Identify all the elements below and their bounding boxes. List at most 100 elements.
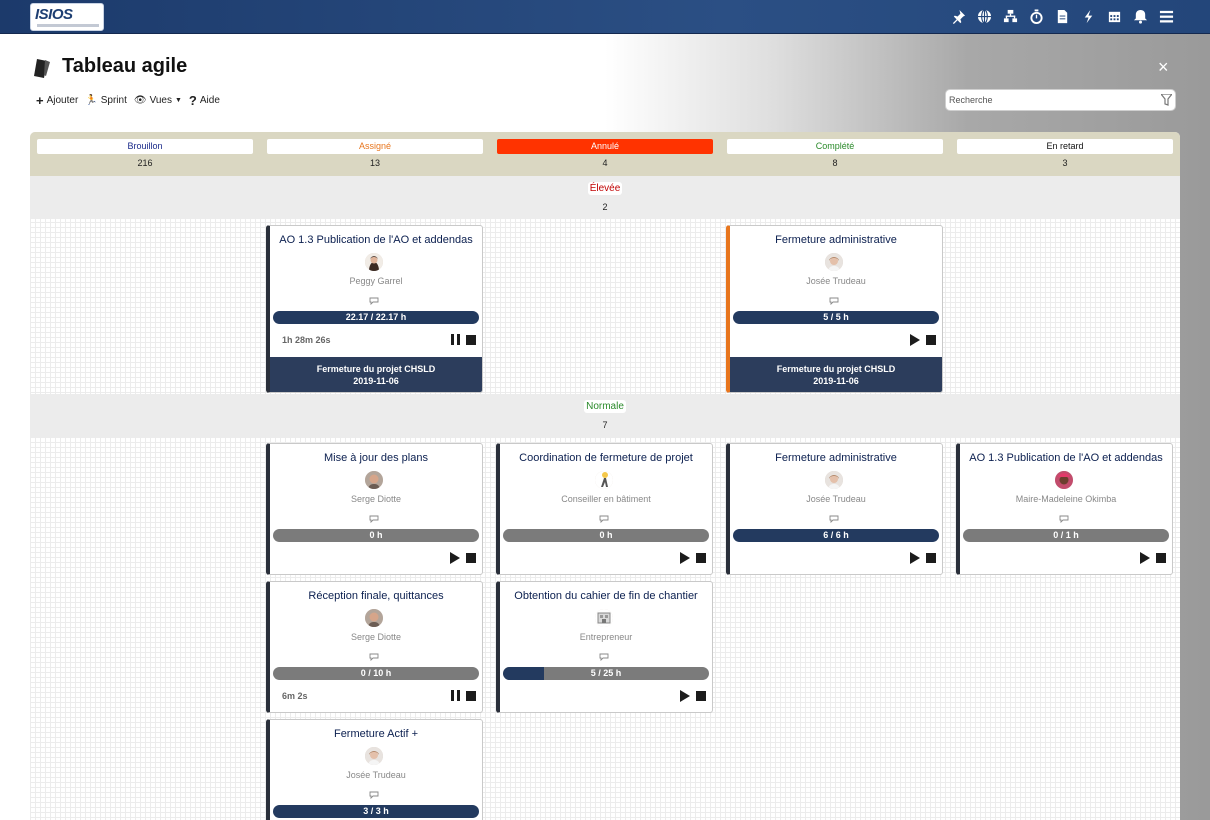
comment-icon[interactable]: [829, 510, 839, 524]
swimlane-1[interactable]: Normale 7: [30, 394, 1180, 437]
progress-bar: 0 / 10 h: [273, 667, 479, 680]
project-footer[interactable]: Fermeture du projet CHSLD 2019-11-06: [270, 357, 482, 392]
stop-button[interactable]: [466, 334, 476, 345]
stop-button[interactable]: [926, 335, 936, 345]
timer-controls: [910, 334, 936, 346]
task-title[interactable]: AO 1.3 Publication de l'AO et addendas: [960, 452, 1172, 464]
progress-bar: 5 / 5 h: [733, 311, 939, 324]
logo-text: ISIOS: [35, 6, 73, 23]
play-button[interactable]: [910, 334, 920, 346]
timer-controls: [1140, 552, 1166, 564]
task-card[interactable]: Mise à jour des plans Serge Diotte 0 h: [266, 443, 483, 575]
comment-icon[interactable]: [369, 648, 379, 662]
sitemap-icon[interactable]: [1002, 9, 1018, 25]
swimlane-label: Normale: [30, 400, 1180, 413]
task-title[interactable]: Réception finale, quittances: [270, 590, 482, 602]
column-count: 216: [137, 158, 153, 168]
filter-icon[interactable]: [1161, 94, 1172, 106]
task-title[interactable]: Obtention du cahier de fin de chantier: [500, 590, 712, 602]
timer-controls: [910, 552, 936, 564]
stop-button[interactable]: [696, 691, 706, 701]
pause-button[interactable]: [451, 334, 460, 345]
task-card[interactable]: AO 1.3 Publication de l'AO et addendas Ma…: [956, 443, 1173, 575]
stopwatch-icon[interactable]: [1028, 9, 1044, 25]
play-button[interactable]: [450, 552, 460, 564]
pin-icon[interactable]: [950, 9, 966, 25]
timer-controls: [680, 552, 706, 564]
task-title[interactable]: Fermeture administrative: [730, 234, 942, 246]
assignee-name: Peggy Garrel: [349, 276, 403, 286]
column-count: 8: [832, 158, 838, 168]
play-button[interactable]: [910, 552, 920, 564]
play-button[interactable]: [1140, 552, 1150, 564]
swimlane-label-text: Normale: [584, 400, 626, 413]
timer-value: 6m 2s: [282, 691, 308, 701]
project-footer[interactable]: Fermeture du projet CHSLD 2019-11-06: [730, 357, 942, 392]
agile-board: Brouillon 216 Assigné 13 Annulé 4 Complété 8 En …: [30, 132, 1180, 820]
column-header-1[interactable]: Assigné: [267, 139, 483, 154]
avatar: [365, 471, 383, 489]
progress-bar: 0 h: [273, 529, 479, 542]
column-header-2[interactable]: Annulé: [497, 139, 713, 154]
comment-icon[interactable]: [599, 510, 609, 524]
task-card[interactable]: Coordination de fermeture de projet Conse…: [496, 443, 713, 575]
comment-icon[interactable]: [829, 292, 839, 306]
task-card[interactable]: Fermeture administrative Josée Trudeau 6 /…: [726, 443, 943, 575]
task-card[interactable]: AO 1.3 Publication de l'AO et addendas Pe…: [266, 225, 483, 393]
add-button[interactable]: + Ajouter: [36, 93, 78, 108]
task-title[interactable]: Mise à jour des plans: [270, 452, 482, 464]
task-card[interactable]: Fermeture Actif + Josée Trudeau 3 / 3 h: [266, 719, 483, 820]
board-column-header: Brouillon 216 Assigné 13 Annulé 4 Complété 8 En …: [30, 132, 1180, 176]
progress-bar: 22.17 / 22.17 h: [273, 311, 479, 324]
progress-bar: 0 h: [503, 529, 709, 542]
progress-label: 0 / 10 h: [360, 668, 392, 678]
search-input[interactable]: [945, 89, 1176, 111]
column-count: 4: [602, 158, 608, 168]
play-button[interactable]: [680, 552, 690, 564]
sprint-button[interactable]: 🏃 Sprint: [85, 95, 127, 106]
task-title[interactable]: AO 1.3 Publication de l'AO et addendas: [270, 234, 482, 246]
calendar-icon[interactable]: [1106, 9, 1122, 25]
column-header-3[interactable]: Complété: [727, 139, 943, 154]
stop-button[interactable]: [466, 690, 476, 701]
project-date: 2019-11-06: [353, 376, 399, 386]
help-button[interactable]: ? Aide: [189, 93, 220, 108]
task-title[interactable]: Coordination de fermeture de projet: [500, 452, 712, 464]
globe-icon[interactable]: [976, 9, 992, 25]
column-count: 3: [1062, 158, 1068, 168]
stop-button[interactable]: [466, 553, 476, 563]
pause-button[interactable]: [451, 690, 460, 701]
comment-icon[interactable]: [369, 786, 379, 800]
swimlane-0[interactable]: Élevée 2: [30, 176, 1180, 219]
stop-button[interactable]: [1156, 553, 1166, 563]
document-icon[interactable]: [1054, 9, 1070, 25]
task-card[interactable]: Réception finale, quittances Serge Diotte…: [266, 581, 483, 713]
task-title[interactable]: Fermeture Actif +: [270, 728, 482, 740]
page-header: Tableau agile: [32, 55, 187, 78]
close-icon[interactable]: ×: [1158, 58, 1169, 76]
bell-icon[interactable]: [1132, 9, 1148, 25]
task-card[interactable]: Fermeture administrative Josée Trudeau 5 /…: [726, 225, 943, 393]
progress-bar: 0 / 1 h: [963, 529, 1169, 542]
isios-logo[interactable]: ISIOS: [30, 3, 104, 31]
play-button[interactable]: [680, 690, 690, 702]
task-title[interactable]: Fermeture administrative: [730, 452, 942, 464]
column-header-0[interactable]: Brouillon: [37, 139, 253, 154]
menu-icon[interactable]: [1158, 9, 1174, 25]
views-dropdown[interactable]: 👁 Vues ▼: [134, 95, 182, 106]
comment-icon[interactable]: [369, 510, 379, 524]
comment-icon[interactable]: [1059, 510, 1069, 524]
task-card[interactable]: Obtention du cahier de fin de chantier En…: [496, 581, 713, 713]
column-header-4[interactable]: En retard: [957, 139, 1173, 154]
caret-down-icon: ▼: [174, 97, 182, 104]
stop-button[interactable]: [696, 553, 706, 563]
progress-label: 22.17 / 22.17 h: [345, 312, 407, 322]
comment-icon[interactable]: [369, 292, 379, 306]
swimlane-count: 2: [602, 202, 608, 212]
top-navigation-bar: ISIOS: [0, 0, 1210, 34]
timer-controls: [680, 690, 706, 702]
assignee-name: Entrepreneur: [579, 632, 633, 642]
stop-button[interactable]: [926, 553, 936, 563]
comment-icon[interactable]: [599, 648, 609, 662]
bolt-icon[interactable]: [1080, 9, 1096, 25]
